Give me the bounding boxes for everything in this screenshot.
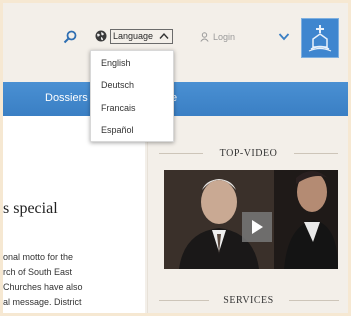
article-body: onal motto for the rch of South East Chu… (3, 250, 143, 310)
section-rule (289, 300, 339, 301)
article-line: Churches have also (3, 282, 83, 292)
language-option-espanol[interactable]: Español (101, 125, 134, 135)
main-nav: Dossiers e (3, 82, 348, 116)
language-selector[interactable]: Language (95, 27, 188, 45)
language-label-box: Language (110, 28, 174, 44)
page-frame: Language Login Dossiers e s special onal… (3, 3, 348, 313)
language-option-francais[interactable]: Francais (101, 103, 136, 113)
nav-item-dossiers[interactable]: Dossiers (45, 92, 88, 104)
globe-icon (95, 30, 107, 42)
user-icon (200, 32, 209, 42)
section-rule (294, 153, 338, 154)
church-emblem-icon (308, 25, 332, 52)
video-player[interactable] (164, 170, 338, 269)
article-line: rch of South East (3, 267, 73, 277)
chevron-up-icon (159, 32, 169, 39)
article-line: onal motto for the (3, 252, 74, 262)
play-button[interactable] (242, 212, 272, 242)
play-icon (252, 220, 263, 234)
article-column: s special onal motto for the rch of Sout… (3, 116, 145, 313)
sidebar: TOP-VIDEO SERVICES (149, 116, 348, 313)
login-label: Login (213, 32, 236, 42)
article-line: al message. District (3, 297, 82, 307)
search-button[interactable] (63, 30, 77, 44)
language-option-deutsch[interactable]: Deutsch (101, 80, 134, 90)
column-divider (147, 116, 148, 313)
header: Language Login (3, 3, 348, 78)
language-dropdown: English Deutsch Francais Español (90, 50, 174, 142)
login-button[interactable]: Login (200, 30, 235, 44)
chevron-down-icon[interactable] (278, 32, 290, 41)
article-heading: s special (3, 200, 58, 217)
church-logo[interactable] (301, 18, 339, 58)
language-option-english[interactable]: English (101, 58, 131, 68)
language-label: Language (113, 30, 154, 41)
search-icon (63, 30, 77, 44)
